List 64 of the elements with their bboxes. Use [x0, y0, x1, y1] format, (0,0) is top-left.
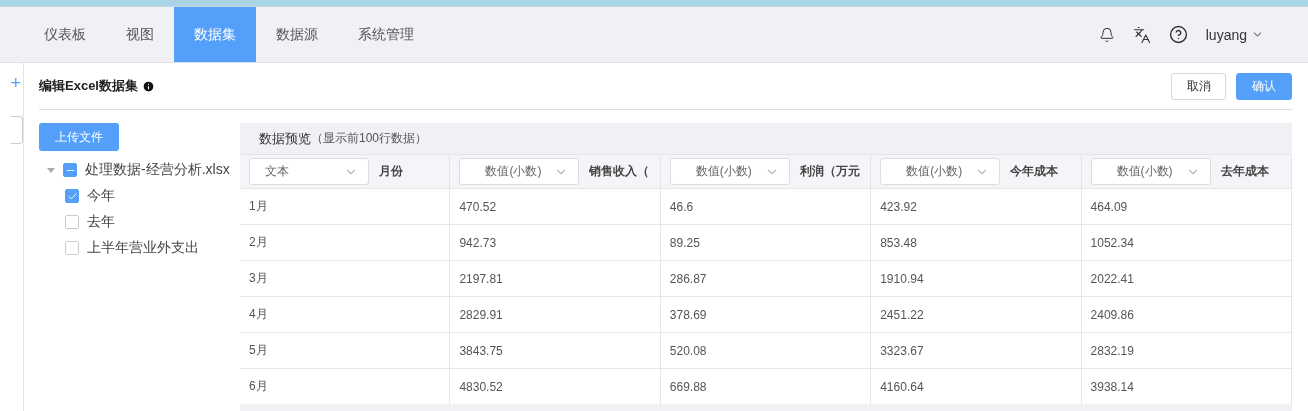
nav-tab[interactable]: 仪表板: [24, 7, 106, 62]
tree-item[interactable]: 处理数据-经营分析.xlsx: [85, 161, 230, 179]
table-cell: 286.87: [660, 260, 872, 296]
nav-tab[interactable]: 数据源: [256, 7, 338, 62]
column-name: 月份: [379, 163, 403, 180]
table-cell: 423.92: [871, 188, 1082, 224]
user-menu[interactable]: luyang: [1205, 26, 1264, 43]
table-cell: 2197.81: [450, 260, 661, 296]
table-cell: 4月: [240, 296, 451, 332]
type-select[interactable]: 文本: [249, 158, 369, 185]
table-cell: 89.25: [660, 224, 872, 260]
column-name: 利润（万元: [799, 163, 860, 180]
table-cell: 520.08: [660, 332, 872, 368]
caret-icon[interactable]: [47, 167, 55, 173]
table-cell: 46.6: [660, 188, 872, 224]
table-cell: 5月: [240, 332, 451, 368]
info-icon[interactable]: [142, 79, 155, 93]
nav-tab[interactable]: 视图: [106, 7, 174, 62]
table-cell: 1910.94: [871, 260, 1082, 296]
column-name: 去年成本: [1220, 163, 1269, 180]
type-select[interactable]: 数值(小数): [669, 158, 790, 185]
bell-icon[interactable]: [1098, 26, 1115, 43]
table-cell: 3843.75: [450, 332, 661, 368]
table-cell: 4160.64: [871, 368, 1082, 404]
table-cell: 2451.22: [871, 296, 1082, 332]
column-name: 销售收入（: [589, 163, 650, 180]
nav-tab[interactable]: 系统管理: [338, 7, 434, 62]
preview-title: 数据预览: [259, 129, 311, 148]
table-cell: 2829.91: [450, 296, 661, 332]
checkbox[interactable]: [63, 163, 77, 177]
check-icon: [66, 190, 78, 202]
table-cell: 2月: [240, 224, 451, 260]
type-select[interactable]: 数值(小数): [880, 158, 1001, 185]
search-field[interactable]: [11, 116, 23, 144]
table-cell: 3938.14: [1081, 368, 1292, 404]
table-cell: 378.69: [660, 296, 872, 332]
column-name: 今年成本: [1010, 163, 1059, 180]
table-cell: 3月: [240, 260, 451, 296]
checkbox[interactable]: [65, 241, 79, 255]
table-cell: 2409.86: [1081, 296, 1292, 332]
table-cell: 2022.41: [1081, 260, 1292, 296]
table-cell: 6月: [240, 368, 451, 404]
table-cell: 853.48: [871, 224, 1082, 260]
preview-note: （显示前100行数据）: [311, 130, 428, 147]
table-cell: 2832.19: [1081, 332, 1292, 368]
cancel-button[interactable]: 取消: [1171, 72, 1226, 100]
table-cell: 1052.34: [1081, 224, 1292, 260]
table-cell: 464.09: [1081, 188, 1292, 224]
page-title: 编辑Excel数据集: [39, 77, 138, 95]
tree-item[interactable]: 去年: [87, 213, 115, 231]
table-cell: 3323.67: [871, 332, 1082, 368]
type-select[interactable]: 数值(小数): [1090, 158, 1211, 185]
tree-item[interactable]: 上半年营业外支出: [87, 239, 199, 257]
help-icon[interactable]: [1168, 25, 1188, 44]
checkbox[interactable]: [65, 215, 79, 229]
table-cell: 470.52: [450, 188, 661, 224]
table-cell: 942.73: [450, 224, 661, 260]
checkbox[interactable]: [65, 189, 79, 203]
type-select[interactable]: 数值(小数): [459, 158, 580, 185]
table-cell: 4830.52: [450, 368, 661, 404]
tree-item[interactable]: 今年: [87, 187, 115, 205]
table-cell: 669.88: [660, 368, 872, 404]
table-cell: 1月: [240, 188, 451, 224]
translate-icon[interactable]: [1132, 25, 1151, 44]
